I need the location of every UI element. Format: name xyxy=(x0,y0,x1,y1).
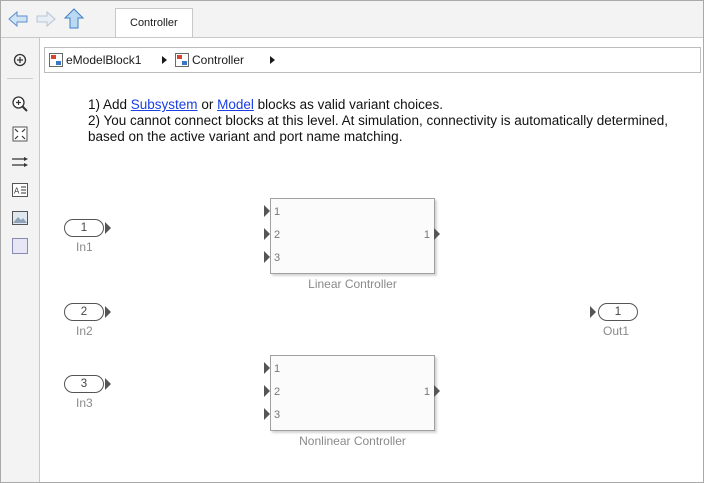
zoom-icon[interactable] xyxy=(10,94,30,114)
block-name[interactable]: Nonlinear Controller xyxy=(270,434,435,448)
linear-controller-block[interactable]: 1 2 3 1 xyxy=(270,198,435,274)
breadcrumb-item-subsystem[interactable]: Controller xyxy=(175,52,244,68)
note-line-2: 2) You cannot connect blocks at this lev… xyxy=(88,113,669,144)
note-line-1: 1) Add Subsystem or Model blocks as vali… xyxy=(88,97,688,113)
variant-annotation: 1) Add Subsystem or Model blocks as vali… xyxy=(88,97,688,145)
note-text: 1) Add xyxy=(88,97,131,112)
input-port-number: 1 xyxy=(274,206,281,218)
note-text: or xyxy=(197,97,218,112)
outport-number: 1 xyxy=(598,303,638,321)
inport-number: 3 xyxy=(64,375,104,393)
tab-label: Controller xyxy=(130,17,178,29)
breadcrumb-separator-icon xyxy=(162,56,167,64)
fit-view-icon[interactable] xyxy=(10,124,30,144)
breadcrumb-label: eModelBlock1 xyxy=(66,53,142,67)
forward-arrow-icon[interactable] xyxy=(35,8,57,30)
input-port-number: 1 xyxy=(274,363,281,375)
port-arrow-icon xyxy=(105,306,111,318)
tab-controller[interactable]: Controller xyxy=(115,8,193,37)
hide-explorer-icon[interactable] xyxy=(10,50,30,70)
annotation-icon[interactable]: A xyxy=(10,180,30,200)
input-port-number: 3 xyxy=(274,409,281,421)
output-port-number: 1 xyxy=(423,229,430,241)
inport-label: In1 xyxy=(76,240,93,254)
note-text: blocks as valid variant choices. xyxy=(253,97,443,112)
subsystem-link[interactable]: Subsystem xyxy=(131,97,198,112)
output-port-number: 1 xyxy=(423,386,430,398)
model-icon xyxy=(49,53,63,67)
inport-number: 2 xyxy=(64,303,104,321)
input-port-number: 2 xyxy=(274,229,281,241)
block-output-arrow-icon xyxy=(434,385,440,397)
back-arrow-icon[interactable] xyxy=(7,8,29,30)
up-arrow-icon[interactable] xyxy=(63,8,85,30)
model-editor-window: Controller A eModelBlock1 Controller 1) … xyxy=(0,0,704,483)
nonlinear-controller-block[interactable]: 1 2 3 1 xyxy=(270,355,435,431)
breadcrumb: eModelBlock1 Controller xyxy=(44,47,701,73)
area-icon[interactable] xyxy=(10,236,30,256)
inport-label: In3 xyxy=(76,396,93,410)
breadcrumb-item-model[interactable]: eModelBlock1 xyxy=(49,52,141,68)
input-port-number: 3 xyxy=(274,252,281,264)
palette-divider xyxy=(7,78,33,79)
block-output-arrow-icon xyxy=(434,228,440,240)
breadcrumb-label: Controller xyxy=(192,53,245,67)
port-arrow-icon xyxy=(105,222,111,234)
input-port-number: 2 xyxy=(274,386,281,398)
breadcrumb-separator-icon xyxy=(270,56,275,64)
port-arrow-icon xyxy=(105,378,111,390)
subsystem-icon xyxy=(175,53,189,67)
model-link[interactable]: Model xyxy=(217,97,254,112)
toolbar: Controller xyxy=(1,1,703,38)
port-arrow-icon xyxy=(590,306,596,318)
inport-label: In2 xyxy=(76,324,93,338)
block-name[interactable]: Linear Controller xyxy=(270,277,435,291)
left-tool-palette: A xyxy=(1,38,40,482)
breadcrumb-bar: eModelBlock1 Controller xyxy=(40,38,703,76)
diagram-canvas[interactable]: 1) Add Subsystem or Model blocks as vali… xyxy=(40,77,703,482)
svg-text:A: A xyxy=(14,187,20,196)
image-icon[interactable] xyxy=(10,208,30,228)
inport-number: 1 xyxy=(64,219,104,237)
signal-routing-icon[interactable] xyxy=(10,152,30,172)
outport-label: Out1 xyxy=(603,324,630,338)
